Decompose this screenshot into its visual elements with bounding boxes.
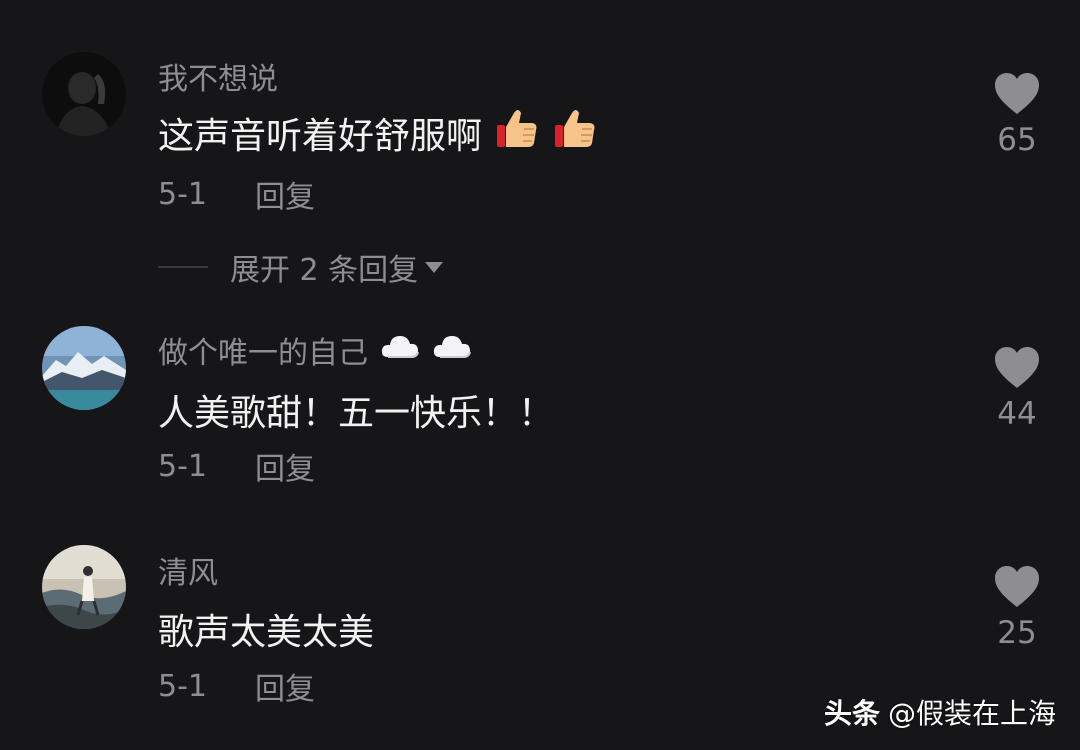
thumbs-up-icon <box>552 105 598 160</box>
comment-username[interactable]: 做个唯一的自己 <box>158 328 472 372</box>
comment-meta: 5-1 回复 <box>158 444 315 488</box>
heart-icon[interactable] <box>993 565 1041 609</box>
like-count: 65 <box>997 122 1037 158</box>
comment-username[interactable]: 我不想说 <box>158 54 278 98</box>
divider <box>158 266 208 268</box>
avatar[interactable] <box>42 545 126 629</box>
caret-down-icon <box>425 262 444 273</box>
like-count: 44 <box>997 396 1037 432</box>
heart-icon[interactable] <box>993 72 1041 116</box>
comment-date: 5-1 <box>158 448 207 484</box>
comment-date: 5-1 <box>158 668 207 704</box>
comment-username[interactable]: 清风 <box>158 548 218 592</box>
reply-button[interactable]: 回复 <box>255 172 315 216</box>
heart-icon[interactable] <box>993 346 1041 390</box>
like-count: 25 <box>997 615 1037 651</box>
watermark-handle: @假装在上海 <box>887 697 1056 730</box>
like-button[interactable]: 65 <box>985 72 1049 158</box>
cloud-icon <box>380 331 420 369</box>
expand-replies-label: 展开 2 条回复 <box>230 253 419 288</box>
thumbs-up-icon <box>494 105 540 160</box>
watermark-brand: 头条 <box>823 697 880 730</box>
comment-meta: 5-1 回复 <box>158 172 315 216</box>
reply-button[interactable]: 回复 <box>255 664 315 708</box>
cloud-icon <box>432 331 472 369</box>
expand-replies-button[interactable]: 展开 2 条回复 <box>158 245 444 289</box>
like-button[interactable]: 44 <box>985 346 1049 432</box>
avatar[interactable] <box>42 52 126 136</box>
comment-text: 人美歌甜！五一快乐！！ <box>158 393 555 434</box>
comment-meta: 5-1 回复 <box>158 664 315 708</box>
watermark: 头条 @假装在上海 <box>824 692 1056 732</box>
like-button[interactable]: 25 <box>985 565 1049 651</box>
comment-text: 这声音听着好舒服啊 <box>158 105 598 160</box>
comment-date: 5-1 <box>158 176 207 212</box>
reply-button[interactable]: 回复 <box>255 444 315 488</box>
comment-text: 歌声太美太美 <box>158 612 375 653</box>
avatar[interactable] <box>42 326 126 410</box>
